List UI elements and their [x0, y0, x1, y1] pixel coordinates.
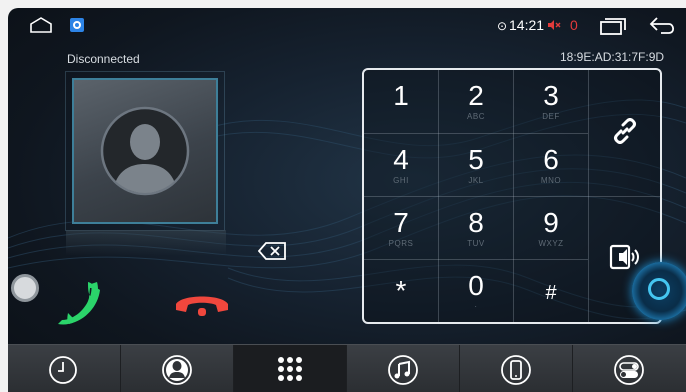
key-1[interactable]: 1 — [364, 70, 438, 133]
bluetooth-phone-screen: ⊙ 14:21 0 Disconnected 18:9E:AD:31:7F:9D — [8, 8, 686, 392]
app-badge-icon — [70, 18, 84, 32]
contact-silhouette-icon — [100, 106, 190, 196]
hang-up-icon[interactable] — [174, 288, 230, 318]
contact-avatar — [72, 78, 218, 224]
contacts-icon — [162, 355, 192, 385]
tab-settings[interactable] — [573, 345, 686, 392]
key-4[interactable]: 4 GHI — [364, 134, 438, 197]
location-icon: ⊙ — [497, 19, 508, 33]
voice-assistant-orb[interactable] — [632, 262, 686, 320]
key-3[interactable]: 3 DEF — [514, 70, 588, 133]
key-0[interactable]: 0 · — [439, 260, 513, 322]
dial-keypad: 1 2 ABC 3 DEF 4 GHI 5 JKL 6 MNO 7 PQRS 8 TUV 9W… — [362, 68, 662, 324]
tab-music[interactable] — [347, 345, 460, 392]
key-7[interactable]: 7 PQRS — [364, 197, 438, 260]
assistive-touch-button[interactable] — [11, 274, 39, 302]
avatar-reflection — [66, 230, 226, 256]
bottom-tab-bar — [8, 344, 686, 392]
volume-level: 0 — [570, 17, 578, 33]
key-6[interactable]: 6 MNO — [514, 134, 588, 197]
mute-icon — [548, 20, 561, 30]
device-mac-address: 18:9E:AD:31:7F:9D — [560, 50, 665, 64]
key-5[interactable]: 5 JKL — [439, 134, 513, 197]
key-9[interactable]: 9 WXYZ — [514, 197, 588, 260]
status-bar: ⊙ 14:21 0 — [8, 8, 686, 42]
back-icon[interactable] — [649, 16, 677, 36]
recent-apps-icon[interactable] — [600, 17, 626, 35]
backspace-icon[interactable] — [258, 242, 286, 260]
connect-link-button[interactable] — [589, 70, 660, 196]
tab-phone-device[interactable] — [460, 345, 573, 392]
call-history-icon — [49, 356, 77, 384]
key-star[interactable]: * — [364, 260, 438, 322]
key-hash[interactable]: # — [514, 260, 588, 322]
clock: 14:21 — [509, 17, 545, 33]
link-icon — [614, 118, 636, 144]
tab-dialpad[interactable] — [234, 345, 347, 392]
key-8[interactable]: 8 TUV — [439, 197, 513, 260]
tab-call-history[interactable] — [8, 345, 121, 392]
music-icon — [388, 355, 418, 385]
answer-call-icon[interactable] — [56, 280, 102, 326]
phone-device-icon — [501, 355, 531, 385]
tab-contacts[interactable] — [121, 345, 234, 392]
settings-toggle-icon — [614, 355, 644, 385]
audio-transfer-icon — [609, 244, 639, 270]
home-icon[interactable] — [30, 17, 52, 33]
connection-status: Disconnected — [67, 52, 140, 66]
key-2[interactable]: 2 ABC — [439, 70, 513, 133]
dialpad-icon — [278, 357, 302, 381]
